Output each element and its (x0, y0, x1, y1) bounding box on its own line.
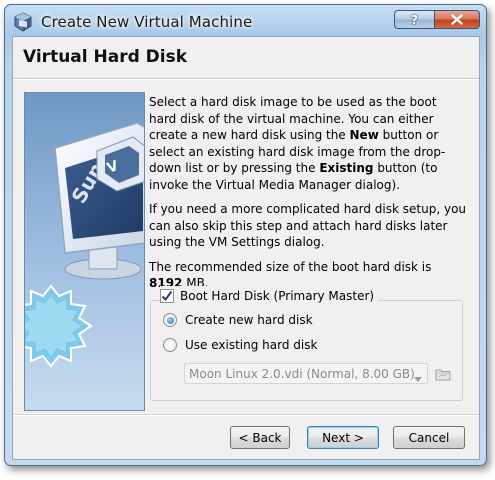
desc-text: The recommended size of the boot hard di… (149, 259, 432, 274)
caption-buttons: ? (394, 10, 480, 29)
description: Select a hard disk image to be used as t… (149, 94, 467, 300)
desc-existing-emphasis: Existing (319, 161, 374, 175)
boot-disk-checkbox[interactable] (160, 289, 174, 303)
side-illustration: Sun V (24, 92, 145, 411)
help-button[interactable]: ? (394, 10, 435, 29)
chevron-down-icon (414, 371, 422, 385)
next-button[interactable]: Next > (307, 426, 379, 449)
description-paragraph-2: If you need a more complicated hard disk… (149, 202, 467, 249)
select-existing-disk-button[interactable] (432, 363, 454, 384)
close-button[interactable] (435, 10, 480, 29)
dialog-client-area: Virtual Hard Disk Sun V Select a hard di… (12, 36, 480, 460)
radio-create-new[interactable]: Create new hard disk (163, 313, 313, 327)
title-bar[interactable]: Create New Virtual Machine ? (5, 5, 486, 37)
radio-selected-dot (166, 316, 174, 324)
help-icon: ? (411, 12, 418, 27)
radio-use-existing-label: Use existing hard disk (185, 338, 318, 352)
radio-use-existing-button[interactable] (163, 338, 177, 352)
wizard-banner-image: Sun V (25, 93, 144, 410)
window-title: Create New Virtual Machine (41, 13, 253, 31)
header-divider (13, 79, 479, 80)
desc-new-emphasis: New (349, 128, 379, 142)
boot-disk-label: Boot Hard Disk (Primary Master) (180, 289, 375, 303)
virtualbox-icon (13, 12, 33, 32)
radio-create-new-label: Create new hard disk (185, 313, 313, 327)
dialog-window: Create New Virtual Machine ? Virtual Har… (4, 4, 487, 466)
folder-icon (435, 369, 451, 380)
existing-disk-select[interactable]: Moon Linux 2.0.vdi (Normal, 8.00 GB) (184, 363, 428, 384)
existing-disk-value: Moon Linux 2.0.vdi (Normal, 8.00 GB) (189, 366, 415, 381)
page-header: Virtual Hard Disk (13, 37, 479, 79)
page-title: Virtual Hard Disk (23, 47, 188, 67)
radio-use-existing[interactable]: Use existing hard disk (163, 338, 317, 352)
radio-create-new-button[interactable] (163, 313, 177, 327)
cancel-button[interactable]: Cancel (393, 426, 465, 449)
checkmark-icon (161, 290, 173, 302)
back-button[interactable]: < Back (230, 426, 290, 449)
boot-disk-checkbox-row[interactable]: Boot Hard Disk (Primary Master) (160, 286, 379, 306)
close-icon (451, 14, 463, 25)
description-paragraph-1: Select a hard disk image to be used as t… (149, 94, 467, 193)
footer-divider-highlight (13, 415, 479, 416)
